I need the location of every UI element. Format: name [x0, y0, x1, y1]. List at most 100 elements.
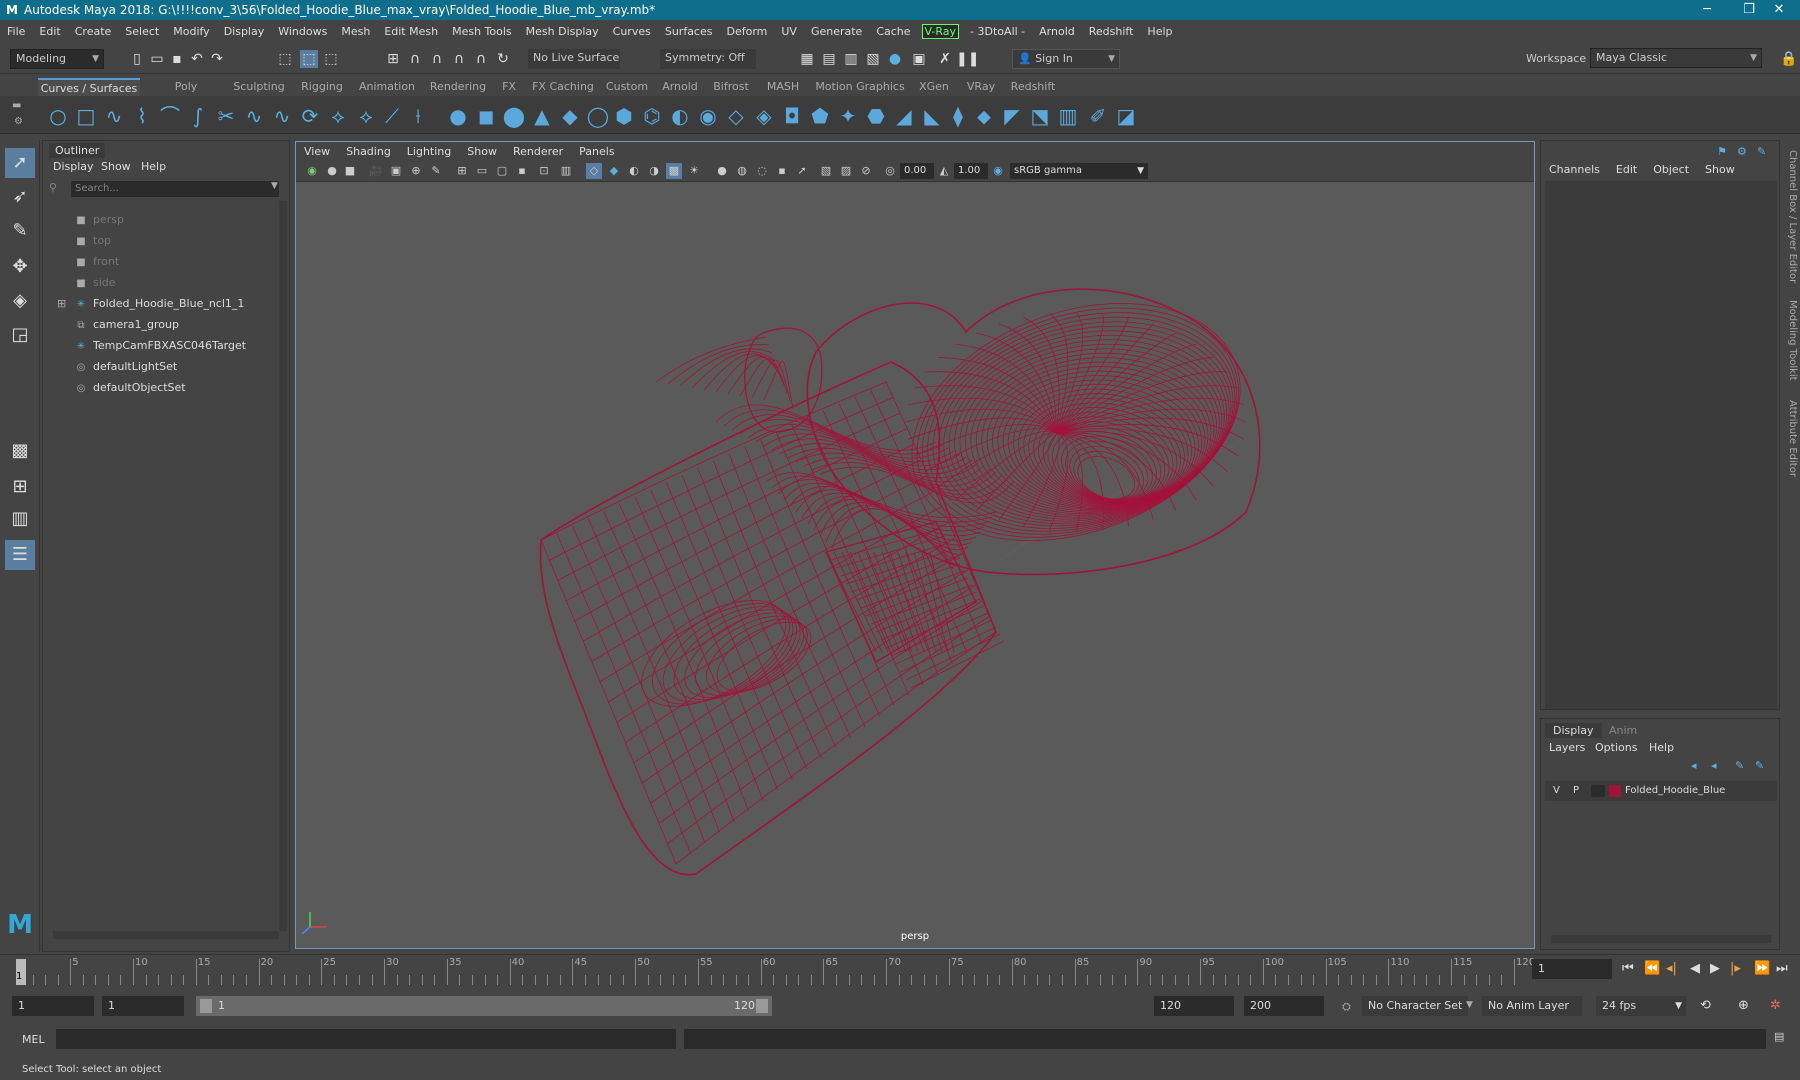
wireframe-icon[interactable]: ◇	[586, 163, 602, 179]
grid-toggle-icon[interactable]: ⊞	[454, 163, 470, 179]
snap-surface-icon[interactable]: ∩	[472, 50, 490, 68]
planar-icon[interactable]: ◐	[668, 104, 692, 128]
hypershade-icon[interactable]: ●	[886, 50, 904, 68]
grease-pencil-icon[interactable]: ✎	[428, 163, 444, 179]
shelf-menu-icon[interactable]: ▬	[12, 100, 21, 111]
fillet-surface-icon[interactable]: ✦	[836, 104, 860, 128]
render-frame-icon[interactable]: ▦	[798, 50, 816, 68]
shelf-tab-rigging[interactable]: Rigging	[296, 78, 348, 96]
menu-surfaces[interactable]: Surfaces	[658, 25, 720, 38]
ep-curve-icon[interactable]: ⌇	[130, 104, 154, 128]
xray-active-icon[interactable]: ▨	[838, 163, 854, 179]
live-surface-field[interactable]: No Live Surface	[528, 49, 620, 69]
select-component-icon[interactable]: ⬚	[322, 50, 340, 68]
snap-curve-icon[interactable]: ∩	[406, 50, 424, 68]
outliner-item[interactable]: ◎ defaultLightSet	[73, 358, 178, 376]
minimize-button[interactable]: ─	[1686, 0, 1728, 20]
isolate-select-icon[interactable]: ➚	[794, 163, 810, 179]
field-chart-icon[interactable]: ⊡	[536, 163, 552, 179]
snap-live-icon[interactable]: ↻	[494, 50, 512, 68]
xray-joints-icon[interactable]: ▧	[818, 163, 834, 179]
project-curve-icon[interactable]: ⟊	[406, 104, 430, 128]
nurbs-sphere-icon[interactable]: ●	[446, 104, 470, 128]
current-time-marker[interactable]: 1	[16, 959, 26, 985]
menu-uv[interactable]: UV	[774, 25, 804, 38]
intersect-icon[interactable]: ⧫	[946, 104, 970, 128]
shelf-tab-vray[interactable]: VRay	[962, 78, 1000, 96]
detach-surface-icon[interactable]: ◤	[1000, 104, 1024, 128]
menu-vray[interactable]: V-Ray	[921, 23, 960, 39]
tab-anim[interactable]: Anim	[1601, 723, 1645, 738]
go-to-start-icon[interactable]: ⏮	[1622, 961, 1634, 976]
exposure-icon[interactable]: ◎	[882, 163, 898, 179]
menu-edit-mesh[interactable]: Edit Mesh	[377, 25, 445, 38]
select-tool-icon[interactable]: ➚	[5, 148, 35, 178]
sculpt-icon[interactable]: ✐	[1086, 104, 1110, 128]
command-input[interactable]	[56, 1029, 676, 1049]
outliner-h-scrollbar[interactable]	[53, 931, 279, 939]
step-back-frame-icon[interactable]: ◂|	[1666, 961, 1677, 976]
bezier-curve-icon[interactable]: ∫	[186, 104, 210, 128]
menu-modify[interactable]: Modify	[166, 25, 216, 38]
project-surface-icon[interactable]: ⬥	[972, 104, 996, 128]
rebuild-surface-icon[interactable]: ▥	[1056, 104, 1080, 128]
select-hierarchy-icon[interactable]: ⬚	[276, 50, 294, 68]
anim-layer-dropdown[interactable]: No Anim Layer	[1482, 996, 1582, 1016]
channel-menu-object[interactable]: Object	[1653, 163, 1689, 176]
layer-type-toggle[interactable]	[1591, 785, 1605, 797]
paint-select-icon[interactable]: ✎	[5, 216, 35, 246]
animation-end-field[interactable]: 200	[1244, 996, 1324, 1016]
outliner-item[interactable]: ◎ defaultObjectSet	[73, 379, 186, 397]
menu-mesh[interactable]: Mesh	[334, 25, 377, 38]
lights-icon[interactable]: ☀	[686, 163, 702, 179]
animation-start-field[interactable]: 1	[12, 996, 94, 1016]
move-layer-down-icon[interactable]: ◂	[1711, 759, 1717, 772]
image-plane-icon[interactable]: ▣	[388, 163, 404, 179]
range-slider[interactable]: 1 120	[196, 996, 772, 1016]
outliner-item[interactable]: ■ persp	[73, 211, 124, 229]
render-view-icon[interactable]: ▤	[820, 50, 838, 68]
shelf-tab-motion-graphics[interactable]: Motion Graphics	[814, 78, 906, 96]
outliner-layout-icon[interactable]: ☰	[5, 540, 35, 570]
rotate-tool-icon[interactable]: ◈	[5, 286, 35, 316]
single-perspective-icon[interactable]: ▩	[5, 436, 35, 466]
vray-pause-icon[interactable]: ❚❚	[956, 50, 979, 68]
viewport-menu-renderer[interactable]: Renderer	[505, 145, 571, 158]
anti-aliasing-icon[interactable]: ▪	[774, 163, 790, 179]
shelf-tab-fx[interactable]: FX	[497, 78, 521, 96]
current-frame-field[interactable]: 1	[1532, 959, 1612, 979]
exposure-field[interactable]: 0.00	[900, 163, 934, 179]
layer-visibility-toggle[interactable]: V	[1553, 781, 1560, 801]
film-gate-icon[interactable]: ▭	[474, 163, 490, 179]
menu-cache[interactable]: Cache	[869, 25, 917, 38]
cv-curve-icon[interactable]: ∿	[102, 104, 126, 128]
loft-icon[interactable]: ⌬	[640, 104, 664, 128]
side-tab-modeling-toolkit[interactable]: Modeling Toolkit	[1784, 300, 1798, 381]
layers-menu-options[interactable]: Options	[1595, 741, 1637, 754]
shadows-icon[interactable]: ●	[714, 163, 730, 179]
outliner-item[interactable]: ■ side	[73, 274, 115, 292]
menu-create[interactable]: Create	[68, 25, 119, 38]
playback-end-field[interactable]: 120	[1154, 996, 1234, 1016]
fps-dropdown[interactable]: 24 fps ▼	[1596, 996, 1686, 1016]
hoodie-wireframe-mesh[interactable]	[539, 260, 1273, 876]
untrim-icon[interactable]: ◣	[920, 104, 944, 128]
viewport-menu-panels[interactable]: Panels	[571, 145, 622, 158]
new-layer-icon[interactable]: ✎	[1735, 759, 1744, 772]
cut-curve-icon[interactable]: ✂	[214, 104, 238, 128]
channel-menu-show[interactable]: Show	[1705, 163, 1735, 176]
camera-attrs-icon[interactable]: 🎥	[368, 163, 384, 179]
menu-arnold[interactable]: Arnold	[1032, 25, 1082, 38]
menu-mesh-tools[interactable]: Mesh Tools	[445, 25, 519, 38]
motion-blur-icon[interactable]: ◌	[754, 163, 770, 179]
gamma-icon[interactable]: ◭	[936, 163, 952, 179]
shelf-settings-icon[interactable]: ⚙	[14, 116, 23, 127]
layer-h-scrollbar[interactable]	[1551, 935, 1771, 943]
script-language-label[interactable]: MEL	[22, 1033, 45, 1046]
viewport-menu-show[interactable]: Show	[459, 145, 505, 158]
menu-deform[interactable]: Deform	[719, 25, 774, 38]
loop-icon[interactable]: ⟲	[1700, 998, 1711, 1013]
move-layer-up-icon[interactable]: ◂	[1691, 759, 1697, 772]
shelf-tab-mash[interactable]: MASH	[760, 78, 806, 96]
redo-icon[interactable]: ↷	[208, 50, 226, 68]
